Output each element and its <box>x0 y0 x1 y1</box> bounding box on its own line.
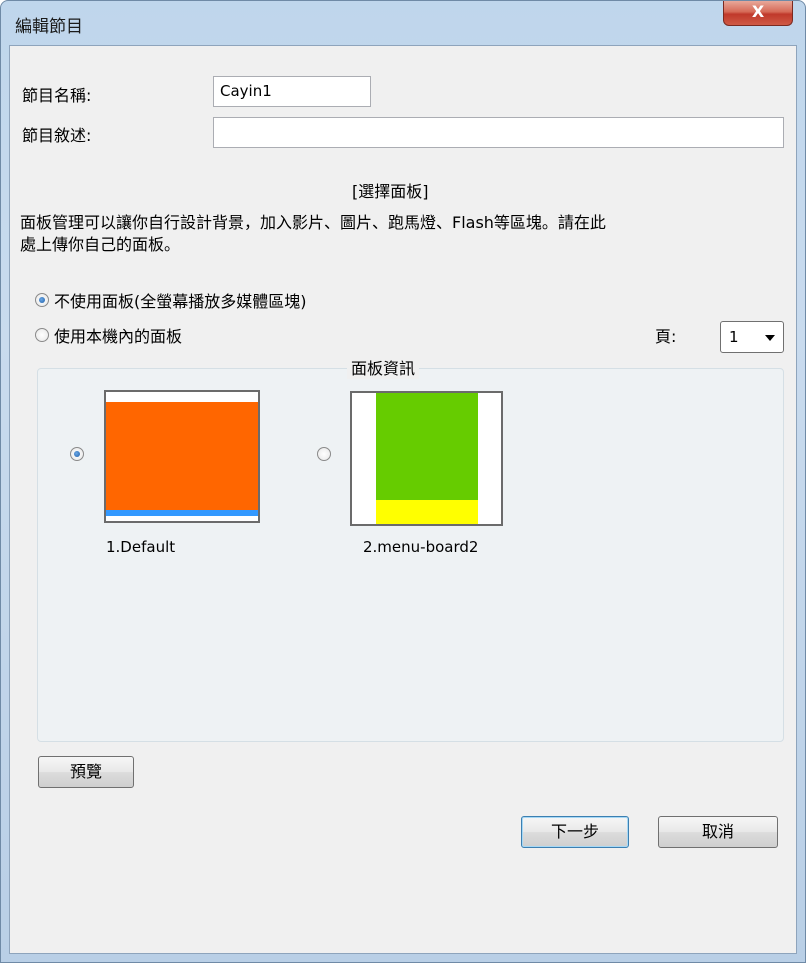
dialog-body: 節目名稱: Cayin1 節目敘述: [選擇面板] 面板管理可以讓你自行設計背景… <box>9 45 797 954</box>
program-description-label: 節目敘述: <box>22 126 92 145</box>
edit-program-dialog: 編輯節目 X 節目名稱: Cayin1 節目敘述: [選擇面板] 面板管理可以讓… <box>0 0 806 963</box>
panel-description-line2: 處上傳你自己的面板。 <box>20 235 181 254</box>
local-panel-radio[interactable] <box>35 328 49 342</box>
panel-description-line1: 面板管理可以讓你自行設計背景，加入影片、圖片、跑馬燈、Flash等區塊。請在此 <box>20 213 606 232</box>
next-button[interactable]: 下一步 <box>521 816 629 848</box>
panel-default-radio[interactable] <box>70 447 84 461</box>
window-title: 編輯節目 <box>15 17 83 37</box>
panel-menu-board2-radio[interactable] <box>317 447 331 461</box>
program-name-input[interactable]: Cayin1 <box>213 76 371 107</box>
panel-default-bar-zone <box>106 510 258 516</box>
panel-info-legend: 面板資訊 <box>347 355 420 379</box>
program-name-label: 節目名稱: <box>22 86 92 105</box>
cancel-button[interactable]: 取消 <box>658 816 778 848</box>
panel-section-heading: [選擇面板] <box>352 182 429 201</box>
local-panel-option-label[interactable]: 使用本機內的面板 <box>54 323 182 347</box>
panel-menu-board2-top-zone <box>376 393 478 500</box>
preview-button[interactable]: 預覽 <box>38 756 134 788</box>
no-panel-option-label[interactable]: 不使用面板(全螢幕播放多媒體區塊) <box>54 288 307 312</box>
panel-menu-board2-bottom-zone <box>376 500 478 524</box>
panel-default-main-zone <box>106 402 258 510</box>
chevron-down-icon <box>765 335 775 341</box>
panel-default-thumbnail[interactable] <box>104 390 260 523</box>
page-select-value: 1 <box>729 328 739 346</box>
close-button[interactable]: X <box>723 1 793 26</box>
program-description-input[interactable] <box>213 117 784 148</box>
panel-default-label: 1.Default <box>106 538 176 556</box>
page-select[interactable]: 1 <box>720 321 784 353</box>
panel-menu-board2-label: 2.menu-board2 <box>363 538 479 556</box>
page-label: 頁: <box>655 327 677 346</box>
no-panel-radio[interactable] <box>35 293 49 307</box>
panel-menu-board2-thumbnail[interactable] <box>350 391 503 526</box>
title-bar[interactable]: 編輯節目 X <box>1 1 805 43</box>
